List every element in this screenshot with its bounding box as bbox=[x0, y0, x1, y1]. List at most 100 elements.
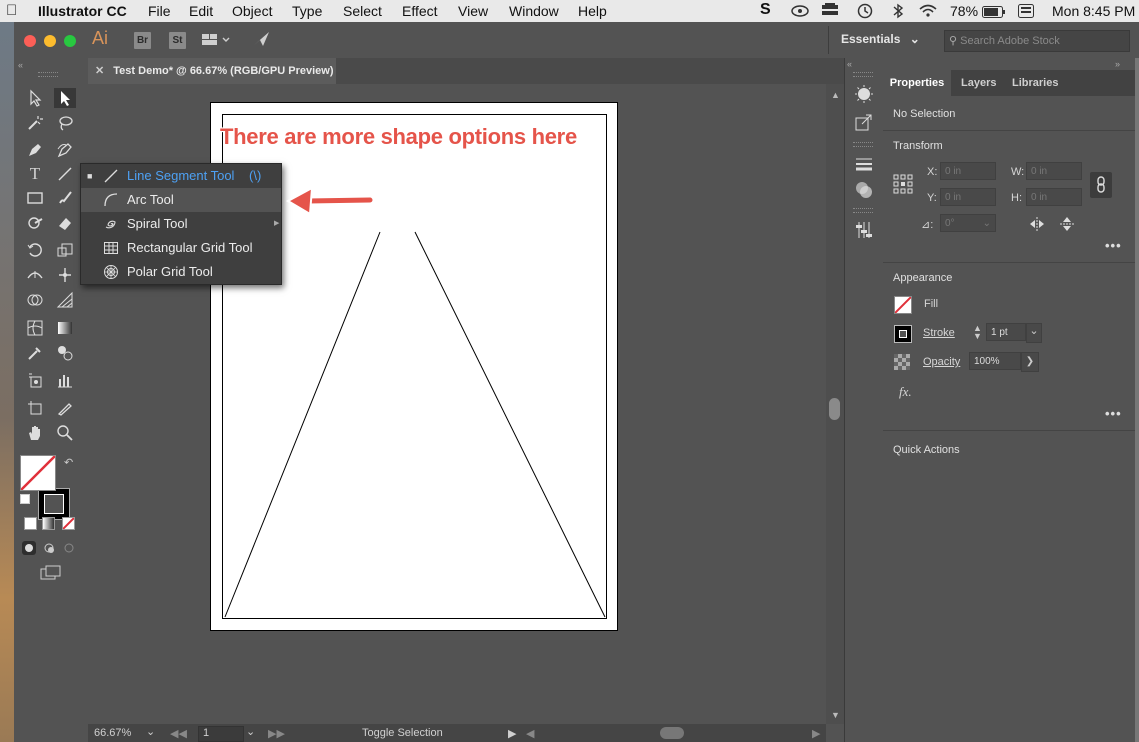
arrange-documents-icon[interactable] bbox=[202, 32, 234, 51]
export-icon[interactable] bbox=[854, 112, 874, 135]
first-artboard-icon[interactable]: ◀◀ bbox=[170, 727, 187, 740]
status-menu-icon[interactable]: ▶ bbox=[508, 727, 516, 740]
artboard-number-field[interactable]: 1 bbox=[198, 726, 244, 742]
icon-column-grip[interactable] bbox=[853, 72, 873, 77]
rotate-dropdown-icon[interactable]: ⌄ bbox=[983, 215, 991, 233]
y-field[interactable]: 0 in bbox=[940, 188, 996, 206]
puppet-warp-tool-icon[interactable] bbox=[54, 265, 76, 285]
artboard-tool-icon[interactable] bbox=[24, 398, 46, 418]
constrain-proportions-button[interactable] bbox=[1090, 172, 1112, 198]
status-text[interactable]: Toggle Selection bbox=[362, 727, 443, 739]
magic-wand-tool-icon[interactable] bbox=[24, 113, 46, 133]
stroke-panel-icon[interactable] bbox=[854, 154, 874, 177]
menu-edit[interactable]: Edit bbox=[189, 3, 213, 19]
artboard-dropdown-icon[interactable]: ⌄ bbox=[246, 725, 255, 738]
x-field[interactable]: 0 in bbox=[940, 162, 996, 180]
menu-select[interactable]: Select bbox=[343, 3, 382, 19]
default-colors-icon[interactable] bbox=[20, 494, 30, 504]
next-artboard-icon[interactable]: ▶▶ bbox=[268, 727, 285, 740]
gradient-mode-icon[interactable] bbox=[42, 517, 55, 530]
zoom-window-button[interactable] bbox=[64, 35, 76, 47]
paintbrush-tool-icon[interactable] bbox=[54, 188, 76, 208]
h-field[interactable]: 0 in bbox=[1026, 188, 1082, 206]
apple-icon[interactable]:  bbox=[6, 2, 17, 19]
color-mode-icon[interactable] bbox=[24, 517, 37, 530]
shaper-tool-icon[interactable] bbox=[24, 213, 46, 233]
minimize-window-button[interactable] bbox=[44, 35, 56, 47]
toolbar-grip[interactable] bbox=[38, 72, 58, 77]
stack-icon[interactable] bbox=[820, 3, 840, 22]
scroll-down-icon[interactable]: ▼ bbox=[831, 710, 840, 720]
gpu-performance-icon[interactable] bbox=[251, 30, 271, 51]
menu-effect[interactable]: Effect bbox=[402, 3, 438, 19]
curvature-tool-icon[interactable] bbox=[54, 140, 76, 160]
scroll-up-icon[interactable]: ▲ bbox=[831, 90, 840, 100]
eraser-tool-icon[interactable] bbox=[54, 213, 76, 233]
slice-tool-icon[interactable] bbox=[54, 398, 76, 418]
blend-tool-icon[interactable] bbox=[54, 343, 76, 363]
battery-percent[interactable]: 78% bbox=[950, 3, 978, 19]
symbol-sprayer-tool-icon[interactable] bbox=[24, 370, 46, 390]
stroke-label[interactable]: Stroke bbox=[923, 327, 955, 339]
stroke-weight-dropdown[interactable]: ⌄ bbox=[1026, 323, 1042, 343]
close-tab-icon[interactable]: ✕ bbox=[95, 65, 104, 77]
panel-collapse-icon[interactable]: » bbox=[1115, 59, 1120, 69]
bridge-button[interactable]: Br bbox=[134, 32, 151, 49]
none-mode-icon[interactable] bbox=[62, 517, 75, 530]
close-window-button[interactable] bbox=[24, 35, 36, 47]
tab-properties[interactable]: Properties bbox=[883, 70, 951, 96]
status-s-icon[interactable]: S bbox=[760, 1, 771, 19]
collapse-toolbar-icon[interactable]: « bbox=[18, 60, 23, 70]
flip-horizontal-icon[interactable] bbox=[1029, 216, 1045, 235]
rotate-tool-icon[interactable] bbox=[24, 240, 46, 260]
lasso-tool-icon[interactable] bbox=[54, 113, 76, 133]
opacity-arrow-button[interactable]: ❯ bbox=[1021, 352, 1039, 372]
fill-color-swatch[interactable] bbox=[894, 296, 912, 314]
zoom-dropdown-icon[interactable]: ⌄ bbox=[146, 725, 155, 738]
wifi-icon[interactable] bbox=[918, 3, 938, 22]
menu-view[interactable]: View bbox=[458, 3, 488, 19]
opacity-field[interactable]: 100% bbox=[969, 352, 1021, 370]
rectangle-tool-icon[interactable] bbox=[24, 188, 46, 208]
vertical-scroll-thumb[interactable] bbox=[829, 398, 840, 420]
cloud-icon[interactable] bbox=[790, 4, 810, 21]
rotate-field[interactable]: 0° ⌄ bbox=[940, 214, 996, 232]
icon-column-grip-2[interactable] bbox=[853, 142, 873, 147]
tab-libraries[interactable]: Libraries bbox=[1012, 70, 1058, 96]
line-segment-tool-icon[interactable] bbox=[54, 164, 76, 184]
flip-vertical-icon[interactable] bbox=[1059, 216, 1075, 235]
reference-point-icon[interactable] bbox=[893, 174, 913, 197]
menu-file[interactable]: File bbox=[148, 3, 171, 19]
stroke-swatch[interactable] bbox=[38, 488, 70, 520]
draw-inside-icon[interactable] bbox=[62, 541, 76, 555]
width-tool-icon[interactable] bbox=[24, 265, 46, 285]
icon-column-grip-3[interactable] bbox=[853, 208, 873, 213]
pen-tool-icon[interactable] bbox=[24, 140, 46, 160]
shape-builder-tool-icon[interactable] bbox=[24, 290, 46, 310]
flyout-item-arc[interactable]: Arc Tool bbox=[81, 188, 281, 212]
align-panel-icon[interactable] bbox=[854, 220, 874, 243]
zoom-tool-icon[interactable] bbox=[54, 423, 76, 443]
hand-tool-icon[interactable] bbox=[24, 423, 46, 443]
selection-tool-icon[interactable] bbox=[24, 88, 46, 108]
flyout-item-spiral[interactable]: Spiral Tool ▶ bbox=[81, 212, 281, 236]
flyout-item-line-segment[interactable]: ■ Line Segment Tool (\) bbox=[81, 164, 281, 188]
opacity-label[interactable]: Opacity bbox=[923, 356, 960, 368]
fx-effects-button[interactable]: fx. bbox=[899, 384, 912, 400]
stroke-color-swatch[interactable] bbox=[894, 325, 912, 343]
time-machine-icon[interactable] bbox=[856, 3, 874, 22]
more-options-icon[interactable]: ••• bbox=[1105, 238, 1122, 253]
menu-clock[interactable]: Mon 8:45 PM bbox=[1052, 3, 1135, 19]
horizontal-scroll-thumb[interactable] bbox=[660, 727, 684, 739]
mesh-tool-icon[interactable] bbox=[24, 318, 46, 338]
direct-selection-tool-icon[interactable] bbox=[54, 88, 76, 108]
stroke-weight-field[interactable]: 1 pt bbox=[986, 323, 1026, 341]
document-tab[interactable]: ✕ Test Demo* @ 66.67% (RGB/GPU Preview) bbox=[88, 58, 336, 84]
menu-type[interactable]: Type bbox=[292, 3, 322, 19]
menu-object[interactable]: Object bbox=[232, 3, 272, 19]
swap-fill-stroke-icon[interactable]: ↶ bbox=[64, 456, 73, 469]
eyedropper-tool-icon[interactable] bbox=[24, 343, 46, 363]
more-options-icon[interactable]: ••• bbox=[1105, 406, 1122, 421]
menu-help[interactable]: Help bbox=[578, 3, 607, 19]
flyout-item-polar-grid[interactable]: Polar Grid Tool bbox=[81, 260, 281, 284]
